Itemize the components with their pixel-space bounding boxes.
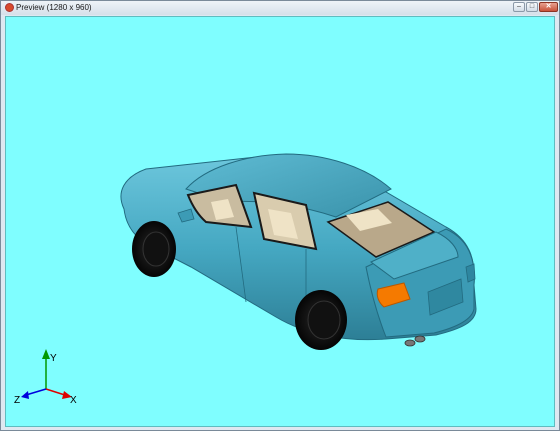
close-button[interactable]: ✕: [539, 2, 558, 12]
y-axis-label: Y: [50, 353, 57, 364]
axis-gizmo: Y X Z: [14, 349, 77, 406]
maximize-button[interactable]: □: [526, 2, 538, 12]
3d-viewport[interactable]: Y X Z: [5, 16, 555, 427]
z-axis-line: [25, 388, 47, 396]
car-render: Y X Z: [14, 153, 477, 406]
title-bar[interactable]: Preview (1280 x 960) – □ ✕: [1, 1, 559, 15]
minimize-button[interactable]: –: [513, 2, 525, 12]
exhaust-pipe-2: [414, 335, 426, 343]
app-icon[interactable]: [5, 3, 14, 12]
maximize-icon: □: [529, 3, 535, 10]
window-title: Preview (1280 x 960): [16, 3, 92, 12]
z-axis-label: Z: [14, 395, 20, 406]
preview-window: Preview (1280 x 960) – □ ✕ Y X Z: [0, 0, 560, 431]
minimize-icon: –: [517, 3, 521, 10]
rear-rim: [307, 300, 341, 340]
car-3d-model[interactable]: [120, 153, 477, 350]
close-icon: ✕: [545, 3, 552, 10]
y-axis-arrow: [42, 349, 50, 359]
x-axis-label: X: [70, 395, 77, 406]
z-axis-arrow: [21, 391, 29, 399]
exhaust-pipe: [404, 339, 416, 347]
front-rim: [142, 231, 170, 267]
tail-light-right: [465, 263, 476, 283]
